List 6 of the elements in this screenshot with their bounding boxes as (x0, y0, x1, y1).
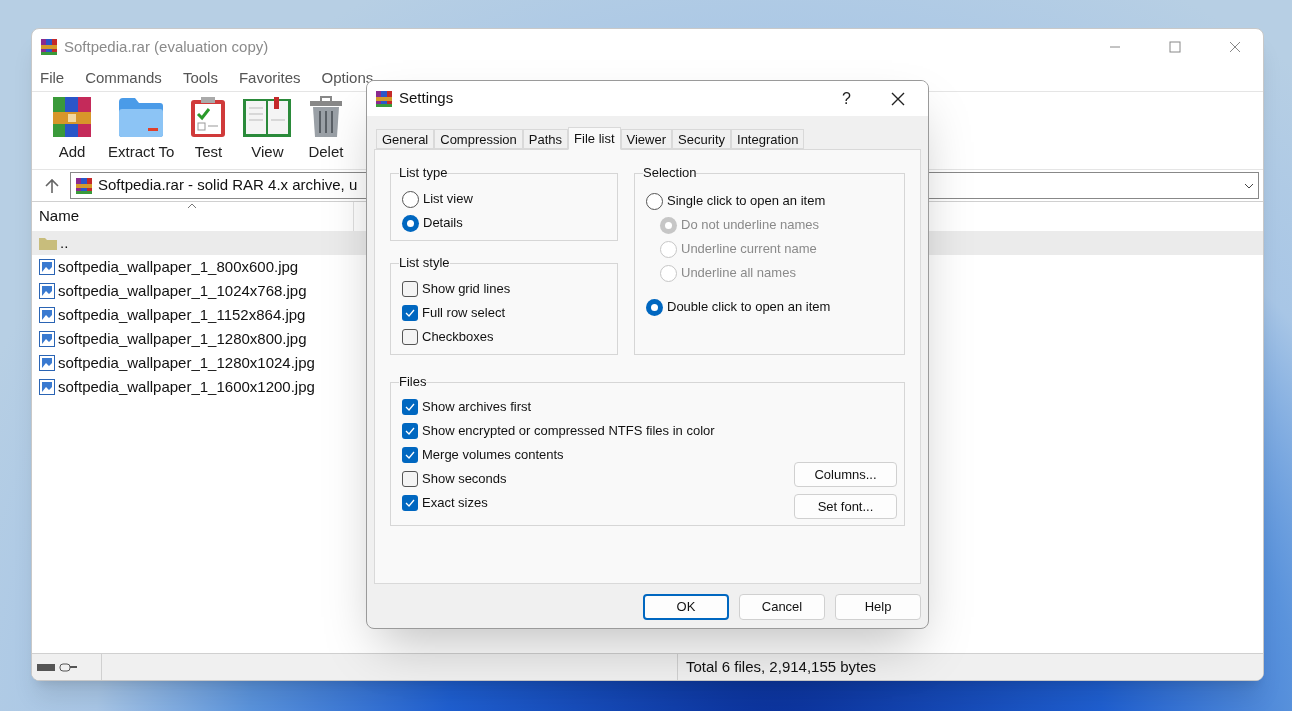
status-text: Total 6 files, 2,914,155 bytes (686, 656, 877, 677)
group-title: List style (399, 255, 450, 271)
window-title: Softpedia.rar (evaluation copy) (64, 36, 269, 57)
address-text: Softpedia.rar - solid RAR 4.x archive, u (98, 175, 358, 196)
group-title: List type (399, 165, 448, 181)
dialog-title: Settings (399, 88, 454, 109)
